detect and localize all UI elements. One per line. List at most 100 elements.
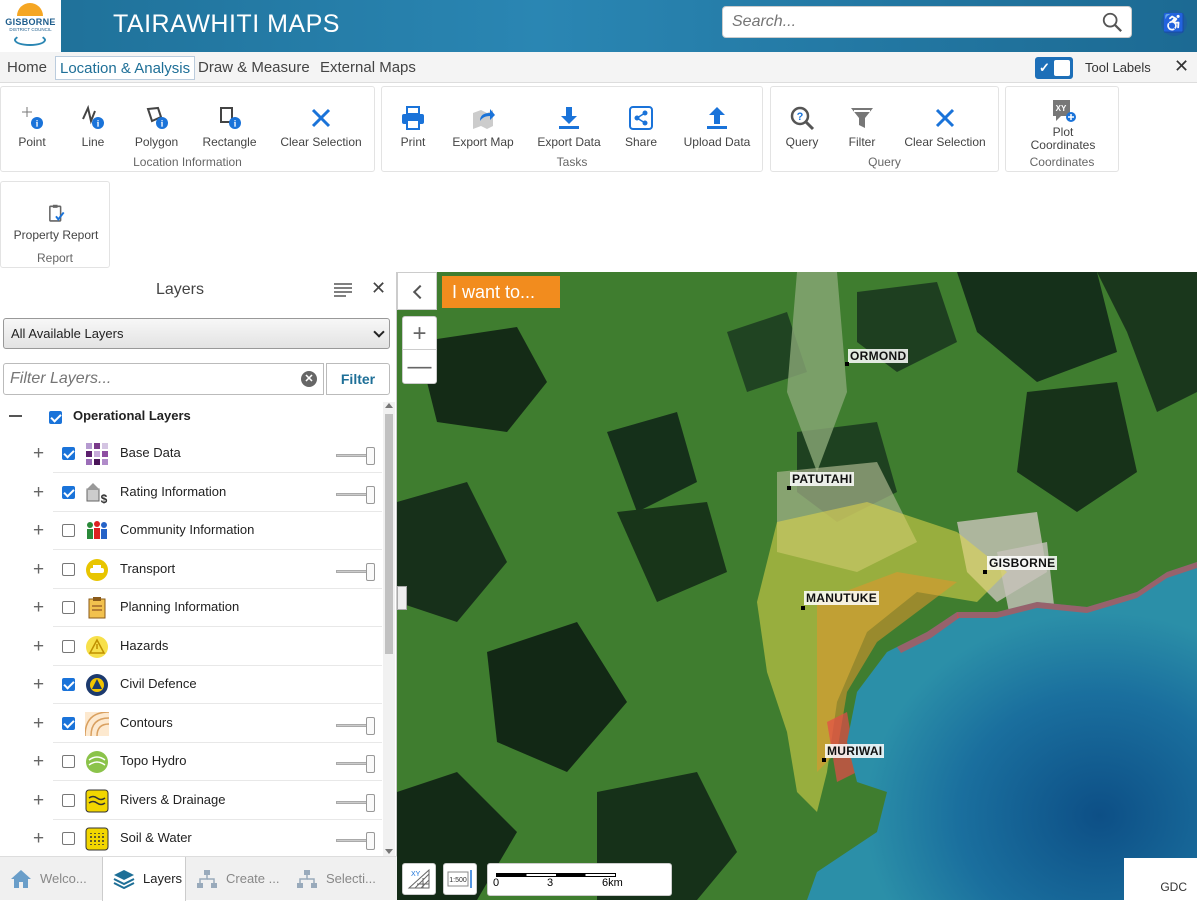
slider-thumb[interactable] [366, 485, 375, 504]
i-want-to-button[interactable]: I want to... [442, 276, 560, 308]
polygon-button[interactable]: i Polygon [129, 105, 184, 149]
map-view[interactable]: I want to... + — ORMOND PATUTAHI GISBORN… [397, 272, 1197, 900]
operational-layers-checkbox[interactable] [49, 411, 62, 424]
gisborne-logo[interactable]: GISBORNE DISTRICT COUNCIL [0, 0, 61, 52]
tab-location-analysis[interactable]: Location & Analysis [55, 56, 196, 80]
expand-icon[interactable]: + [33, 598, 44, 617]
opacity-slider[interactable] [336, 562, 375, 581]
tool-labels-toggle[interactable]: ✓ [1035, 57, 1073, 79]
expand-icon[interactable]: + [33, 829, 44, 848]
expand-icon[interactable]: + [33, 714, 44, 733]
filter-button[interactable]: Filter [326, 363, 390, 395]
tab-layers[interactable]: Layers [102, 857, 186, 901]
layer-set-select[interactable]: All Available Layers [3, 318, 390, 349]
layer-checkbox[interactable] [62, 485, 75, 499]
scale-button[interactable]: 1:500 [443, 863, 477, 895]
opacity-slider[interactable] [336, 832, 375, 850]
layer-checkbox[interactable] [62, 447, 75, 460]
clear-selection-button[interactable]: Clear Selection [275, 105, 367, 149]
layer-checkbox[interactable] [62, 716, 75, 730]
layer-checkbox[interactable] [62, 639, 75, 653]
rectangle-button[interactable]: i Rectangle [197, 105, 262, 149]
tab-external-maps[interactable]: External Maps [316, 56, 420, 80]
plot-label: Plot [1052, 125, 1074, 139]
layer-checkbox[interactable] [62, 832, 75, 845]
expand-icon[interactable]: + [33, 752, 44, 771]
layer-checkbox[interactable] [62, 678, 75, 691]
slider-thumb[interactable] [366, 716, 375, 735]
slider-thumb[interactable] [366, 793, 375, 812]
zoom-out-button[interactable]: — [403, 350, 436, 383]
opacity-slider[interactable] [336, 793, 375, 812]
print-button[interactable]: Print [390, 105, 436, 149]
scroll-up-icon[interactable] [385, 403, 393, 408]
scrollbar-thumb[interactable] [385, 414, 393, 654]
chevron-down-icon [373, 326, 385, 338]
expand-icon[interactable]: + [33, 560, 44, 579]
people-icon [85, 519, 109, 543]
opacity-slider[interactable] [336, 485, 375, 504]
tab-create[interactable]: Create ... [186, 857, 290, 901]
accessibility-icon[interactable]: ♿ [1161, 10, 1187, 36]
search-input[interactable] [723, 7, 1083, 37]
expand-icon[interactable]: + [33, 637, 44, 656]
opacity-slider[interactable] [336, 755, 375, 773]
svg-text:XY: XY [1056, 104, 1067, 113]
panel-resize-handle[interactable] [397, 586, 407, 610]
filter-layers-input[interactable] [4, 364, 289, 394]
search-icon[interactable] [1101, 11, 1123, 33]
close-panel-icon[interactable]: ✕ [371, 278, 386, 299]
expand-icon[interactable]: + [33, 791, 44, 810]
expand-icon[interactable]: + [33, 675, 44, 694]
scroll-down-icon[interactable] [385, 849, 393, 854]
opacity-slider[interactable] [336, 447, 375, 465]
tab-home[interactable]: Home [3, 56, 51, 80]
layer-row: + Rivers & Drainage [0, 782, 382, 820]
expand-icon[interactable]: + [33, 444, 44, 463]
report-group: Property Report Report [0, 181, 110, 268]
slider-thumb[interactable] [366, 755, 375, 773]
tool-labels-text: Tool Labels [1085, 60, 1151, 75]
slider-thumb[interactable] [366, 447, 375, 465]
property-report-button[interactable]: Property Report [6, 204, 106, 242]
property-report-label: Property Report [13, 228, 99, 242]
query-clear-selection-button[interactable]: Clear Selection [899, 105, 991, 149]
upload-data-button[interactable]: Upload Data [678, 105, 756, 149]
layer-label: Contours [120, 714, 173, 730]
opacity-slider[interactable] [336, 716, 375, 735]
export-map-icon [473, 109, 495, 129]
tab-selection[interactable]: Selecti... [286, 857, 397, 901]
slider-thumb[interactable] [366, 562, 375, 581]
query-button[interactable]: ? Query [777, 105, 827, 149]
basemap-button[interactable]: XY [402, 863, 436, 895]
share-button[interactable]: Share [618, 105, 664, 149]
layer-checkbox[interactable] [62, 562, 75, 576]
point-button[interactable]: i Point [7, 105, 57, 149]
expand-icon[interactable]: + [33, 483, 44, 502]
export-data-button[interactable]: Export Data [532, 105, 606, 149]
plot-coordinates-button[interactable]: XY Plot Coordinates [1018, 97, 1108, 152]
clear-filter-icon[interactable]: ✕ [301, 371, 317, 387]
line-button[interactable]: i Line [68, 105, 118, 149]
expand-icon[interactable]: + [33, 521, 44, 540]
layer-checkbox[interactable] [62, 601, 75, 614]
tab-welcome[interactable]: Welco... [0, 857, 102, 901]
collapse-icon[interactable] [9, 415, 22, 417]
close-ribbon-icon[interactable]: ✕ [1174, 56, 1189, 77]
list-menu-icon[interactable] [334, 282, 352, 298]
layer-label: Base Data [120, 445, 181, 460]
layer-checkbox[interactable] [62, 793, 75, 807]
filter-tool-button[interactable]: Filter [837, 105, 887, 149]
export-map-button[interactable]: Export Map [448, 105, 518, 149]
plot-coordinates-icon: XY [1053, 100, 1076, 122]
layer-checkbox[interactable] [62, 755, 75, 768]
layer-row: + Soil & Water [0, 820, 382, 858]
slider-thumb[interactable] [366, 832, 375, 850]
collapse-panel-button[interactable] [397, 272, 437, 310]
place-label: PATUTAHI [790, 472, 855, 486]
layer-checkbox[interactable] [62, 524, 75, 537]
tab-draw-measure[interactable]: Draw & Measure [194, 56, 314, 80]
zoom-in-button[interactable]: + [403, 317, 436, 350]
check-icon: ✓ [1039, 60, 1050, 75]
layer-tree-scrollbar[interactable] [383, 402, 395, 857]
